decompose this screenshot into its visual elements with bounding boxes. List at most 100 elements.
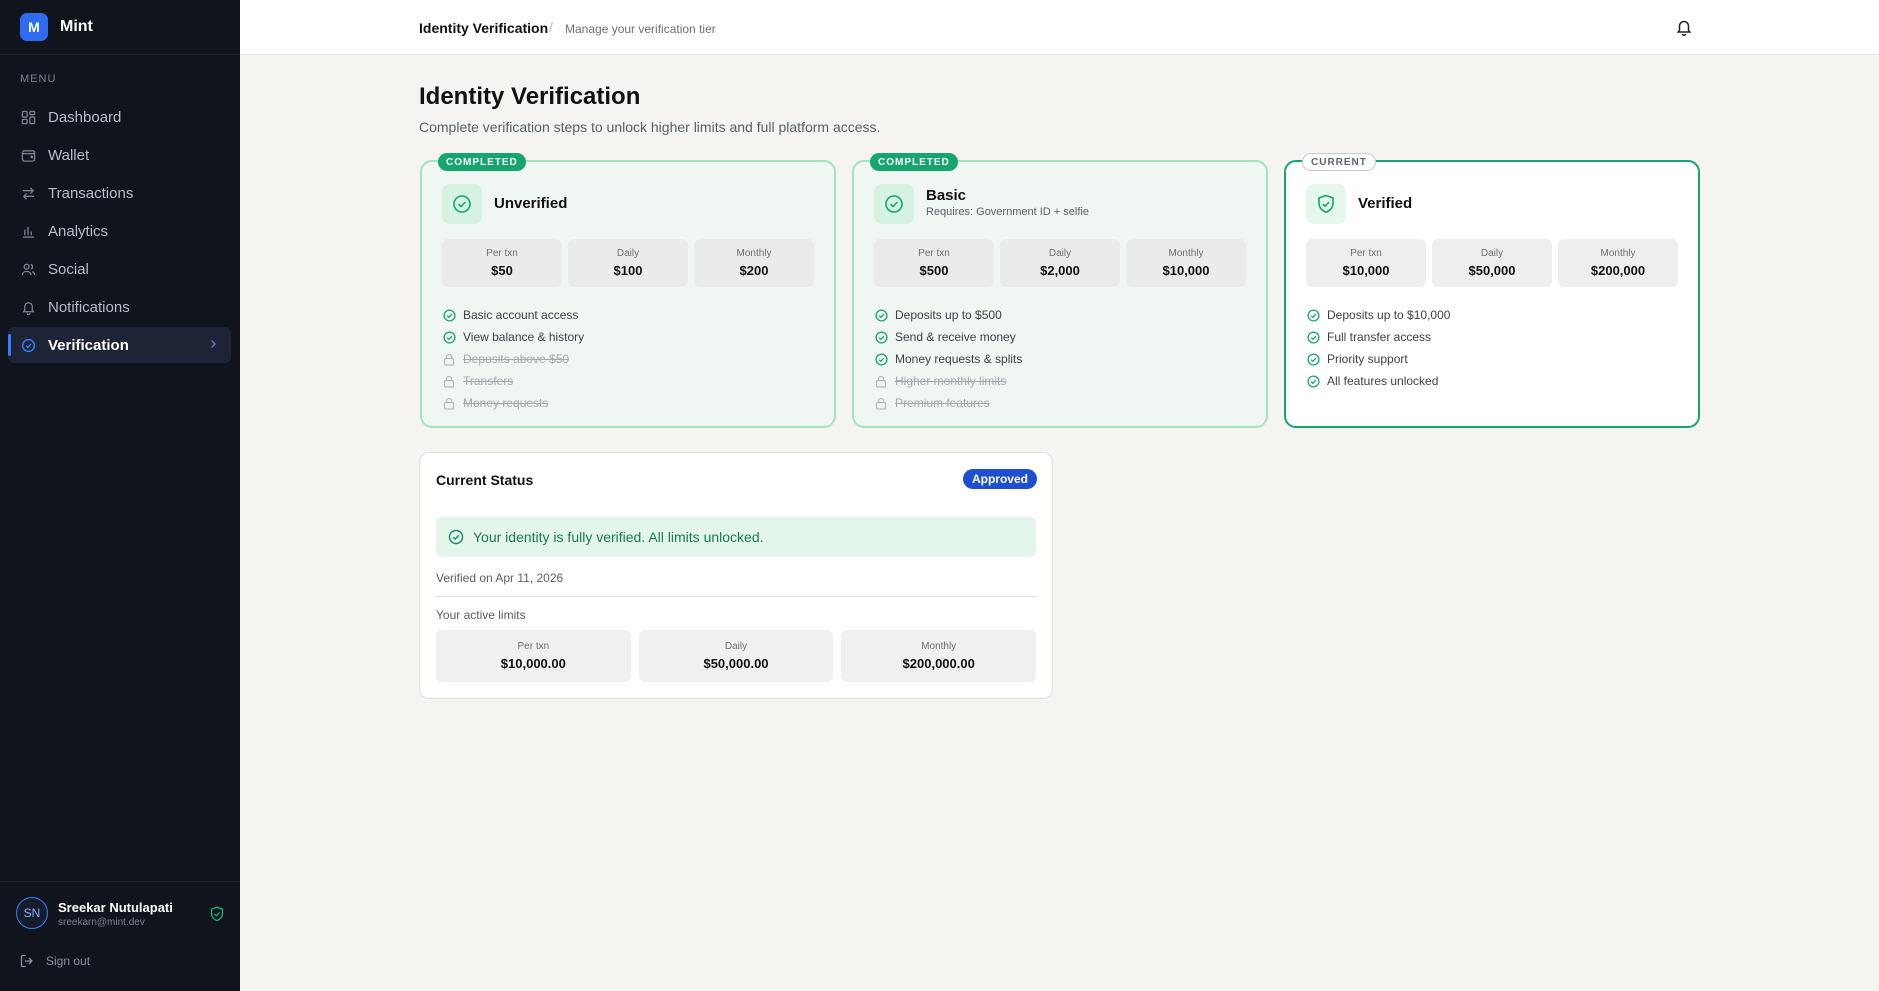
sidebar-item-notifications[interactable]: Notifications (8, 289, 231, 325)
check-circle-icon (442, 308, 456, 322)
feature-text: Send & receive money (895, 330, 1016, 344)
feature-text: Deposits above $50 (463, 352, 570, 366)
limit-label: Daily (1048, 248, 1072, 259)
sidebar-item-label: Dashboard (48, 108, 122, 126)
limit-label: Monthly (1168, 248, 1204, 259)
divider (436, 596, 1036, 597)
notifications-bell-icon[interactable] (1676, 18, 1692, 41)
lock-icon (442, 396, 456, 410)
page-subtitle: Complete verification steps to unlock hi… (419, 119, 881, 135)
brand-logo: M (20, 13, 48, 41)
limit-label: Monthly (736, 248, 772, 259)
list-item: Deposits up to $10,000 (1306, 304, 1450, 326)
list-item: Money requests & splits (874, 348, 1022, 370)
feature-text: Higher monthly limits (895, 374, 1007, 388)
chevron-right-icon (209, 338, 217, 352)
limit-per-txn: Per txn $500 (874, 239, 994, 287)
topbar: Identity Verification / Manage your veri… (240, 0, 1879, 55)
limit-value: $10,000.00 (500, 656, 566, 671)
tier-name: Verified (1358, 195, 1413, 212)
page-title: Identity Verification (419, 83, 641, 110)
limit-value: $10,000 (1342, 263, 1390, 278)
limit-value: $100 (613, 263, 643, 278)
tier-card-verified[interactable]: CURRENT Verified Per txn $10,000 Daily $… (1284, 153, 1700, 428)
sidebar-item-label: Social (48, 260, 89, 278)
limit-label: Per txn (918, 248, 950, 259)
approved-badge: Approved (962, 469, 1037, 489)
alert-message: Your identity is fully verified. All lim… (473, 529, 764, 545)
limit-label: Daily (724, 641, 748, 652)
limit-per-txn: Per txn $50 (442, 239, 562, 287)
limit-daily: Daily $50,000.00 (638, 630, 834, 682)
check-circle-icon (442, 330, 456, 344)
tier-name: Basic (926, 187, 967, 204)
limit-monthly: Monthly $200,000.00 (841, 630, 1037, 682)
sidebar-item-wallet[interactable]: Wallet (8, 137, 231, 173)
limit-value: $50 (491, 263, 513, 278)
lock-icon (874, 396, 888, 410)
limit-daily: Daily $50,000 (1432, 239, 1552, 287)
list-item: View balance & history (442, 326, 584, 348)
status-title: Current Status (436, 472, 534, 488)
limit-label: Monthly (1600, 248, 1636, 259)
bell-icon (20, 299, 36, 315)
user-block: SN Sreekar Nutulapati sreekarn@mint.dev … (0, 881, 240, 991)
breadcrumb-title: Identity Verification (419, 20, 549, 36)
feature-text: Premium features (895, 396, 990, 410)
brand[interactable]: M Mint (0, 0, 240, 55)
tier-card-unverified[interactable]: COMPLETED Unverified Per txn $50 Daily $… (420, 153, 836, 428)
feature-text: All features unlocked (1327, 374, 1439, 388)
sign-out-label: Sign out (46, 954, 91, 968)
list-item: Full transfer access (1306, 326, 1450, 348)
limit-label: Daily (616, 248, 640, 259)
check-circle-icon (448, 529, 464, 545)
limit-value: $500 (919, 263, 949, 278)
limit-value: $50,000 (1468, 263, 1516, 278)
shield-check-icon (1306, 184, 1346, 224)
check-circle-icon (1306, 330, 1320, 344)
user-name: Sreekar Nutulapati (58, 900, 173, 915)
feature-text: Deposits up to $500 (895, 308, 1002, 322)
sign-out-button[interactable]: Sign out (20, 954, 90, 968)
feature-list: Deposits up to $10,000 Full transfer acc… (1306, 304, 1450, 392)
sidebar-item-label: Notifications (48, 298, 130, 316)
limit-monthly: Monthly $10,000 (1126, 239, 1246, 287)
tier-card-basic[interactable]: COMPLETED Basic Requires: Government ID … (852, 153, 1268, 428)
tier-name: Unverified (494, 195, 568, 212)
sidebar: M Mint MENU Dashboard Wallet Transaction… (0, 0, 240, 991)
feature-text: Transfers (463, 374, 514, 388)
check-circle-icon (1306, 374, 1320, 388)
sidebar-item-verification[interactable]: Verification (8, 327, 231, 363)
feature-text: Full transfer access (1327, 330, 1432, 344)
check-circle-icon (20, 337, 36, 353)
feature-text: Basic account access (463, 308, 579, 322)
list-item: Deposits above $50 (442, 348, 584, 370)
limit-monthly: Monthly $200 (694, 239, 814, 287)
list-item: Priority support (1306, 348, 1450, 370)
breadcrumb-separator: / (549, 19, 553, 35)
active-limits: Per txn $10,000.00 Daily $50,000.00 Mont… (436, 630, 1037, 682)
limit-value: $10,000 (1162, 263, 1210, 278)
verified-alert: Your identity is fully verified. All lim… (436, 517, 1036, 557)
limit-per-txn: Per txn $10,000.00 (436, 630, 631, 682)
feature-text: Money requests (463, 396, 549, 410)
sidebar-item-label: Analytics (48, 222, 109, 240)
sidebar-item-dashboard[interactable]: Dashboard (8, 99, 231, 135)
sidebar-item-analytics[interactable]: Analytics (8, 213, 231, 249)
check-circle-icon (442, 184, 482, 224)
arrows-icon (20, 185, 36, 201)
limit-label: Per txn (517, 641, 550, 652)
list-item: Deposits up to $500 (874, 304, 1022, 326)
list-item: Send & receive money (874, 326, 1022, 348)
brand-name: Mint (60, 18, 93, 35)
sidebar-item-transactions[interactable]: Transactions (8, 175, 231, 211)
check-circle-icon (874, 308, 888, 322)
sidebar-item-social[interactable]: Social (8, 251, 231, 287)
check-circle-icon (1306, 352, 1320, 366)
menu-label: MENU (20, 73, 57, 85)
avatar[interactable]: SN (16, 897, 48, 929)
feature-list: Deposits up to $500 Send & receive money… (874, 304, 1022, 414)
tier-limits: Per txn $500 Daily $2,000 Monthly $10,00… (874, 239, 1246, 287)
feature-text: Priority support (1327, 352, 1408, 366)
lock-icon (442, 374, 456, 388)
